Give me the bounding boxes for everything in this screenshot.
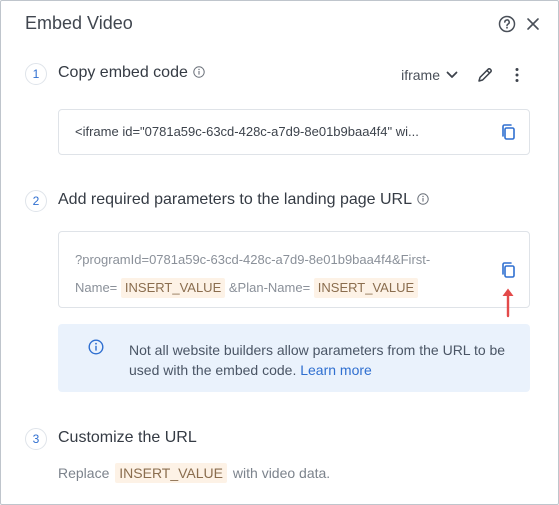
replace-suffix: with video data. [232, 465, 331, 481]
info-circle-icon [88, 339, 104, 355]
replace-prefix: Replace [58, 465, 110, 481]
url-parameters-text: ?programId=0781a59c-63cd-428c-a7d9-8e01b… [75, 246, 485, 302]
url-line-2: Name= INSERT_VALUE &Plan-Name= INSERT_VA… [75, 274, 485, 302]
close-button[interactable] [522, 13, 544, 35]
url-parameters-box: ?programId=0781a59c-63cd-428c-a7d9-8e01b… [58, 231, 530, 308]
copy-embed-code-button[interactable] [497, 121, 519, 143]
copy-url-parameters-button[interactable] [497, 259, 519, 281]
embed-toolbar: iframe [401, 64, 528, 86]
info-icon [417, 193, 429, 205]
embed-code-box: <iframe id="0781a59c-63cd-428c-a7d9-8e01… [58, 109, 530, 155]
step-title: Copy embed code [58, 64, 188, 81]
dialog-header: Embed Video [25, 13, 546, 37]
learn-more-link[interactable]: Learn more [300, 362, 372, 378]
insert-value-token: INSERT_VALUE [313, 278, 419, 298]
edit-button[interactable] [474, 64, 496, 86]
arrow-up-icon [502, 288, 514, 318]
close-icon [527, 18, 539, 30]
step-number: 1 [25, 63, 47, 85]
embed-video-dialog: Embed Video 1 Copy embed code iframe <if… [0, 0, 559, 505]
url-mid: &Plan-Name= [228, 280, 311, 295]
url-prefix: Name= [75, 280, 118, 295]
info-icon [193, 66, 205, 78]
embed-code-text: <iframe id="0781a59c-63cd-428c-a7d9-8e01… [75, 124, 419, 139]
chevron-down-icon [446, 71, 458, 78]
step-number: 2 [25, 190, 47, 212]
step-title: Customize the URL [58, 429, 197, 446]
embed-format-select[interactable]: iframe [401, 67, 458, 83]
insert-value-token: INSERT_VALUE [115, 463, 228, 483]
more-vertical-icon [515, 68, 519, 82]
replace-instruction: Replace INSERT_VALUE with video data. [58, 463, 330, 483]
copy-icon [502, 262, 515, 278]
embed-format-value: iframe [401, 67, 440, 83]
insert-value-token: INSERT_VALUE [120, 278, 226, 298]
help-button[interactable] [496, 13, 518, 35]
step-number: 3 [25, 428, 47, 450]
url-line-1: ?programId=0781a59c-63cd-428c-a7d9-8e01b… [75, 252, 431, 267]
help-icon [498, 15, 516, 33]
more-options-button[interactable] [506, 64, 528, 86]
copy-icon [502, 124, 515, 140]
edit-pencil-icon [478, 68, 492, 82]
step-title: Add required parameters to the landing p… [58, 191, 412, 208]
dialog-title: Embed Video [25, 13, 133, 33]
notice-banner: Not all website builders allow parameter… [58, 324, 530, 392]
